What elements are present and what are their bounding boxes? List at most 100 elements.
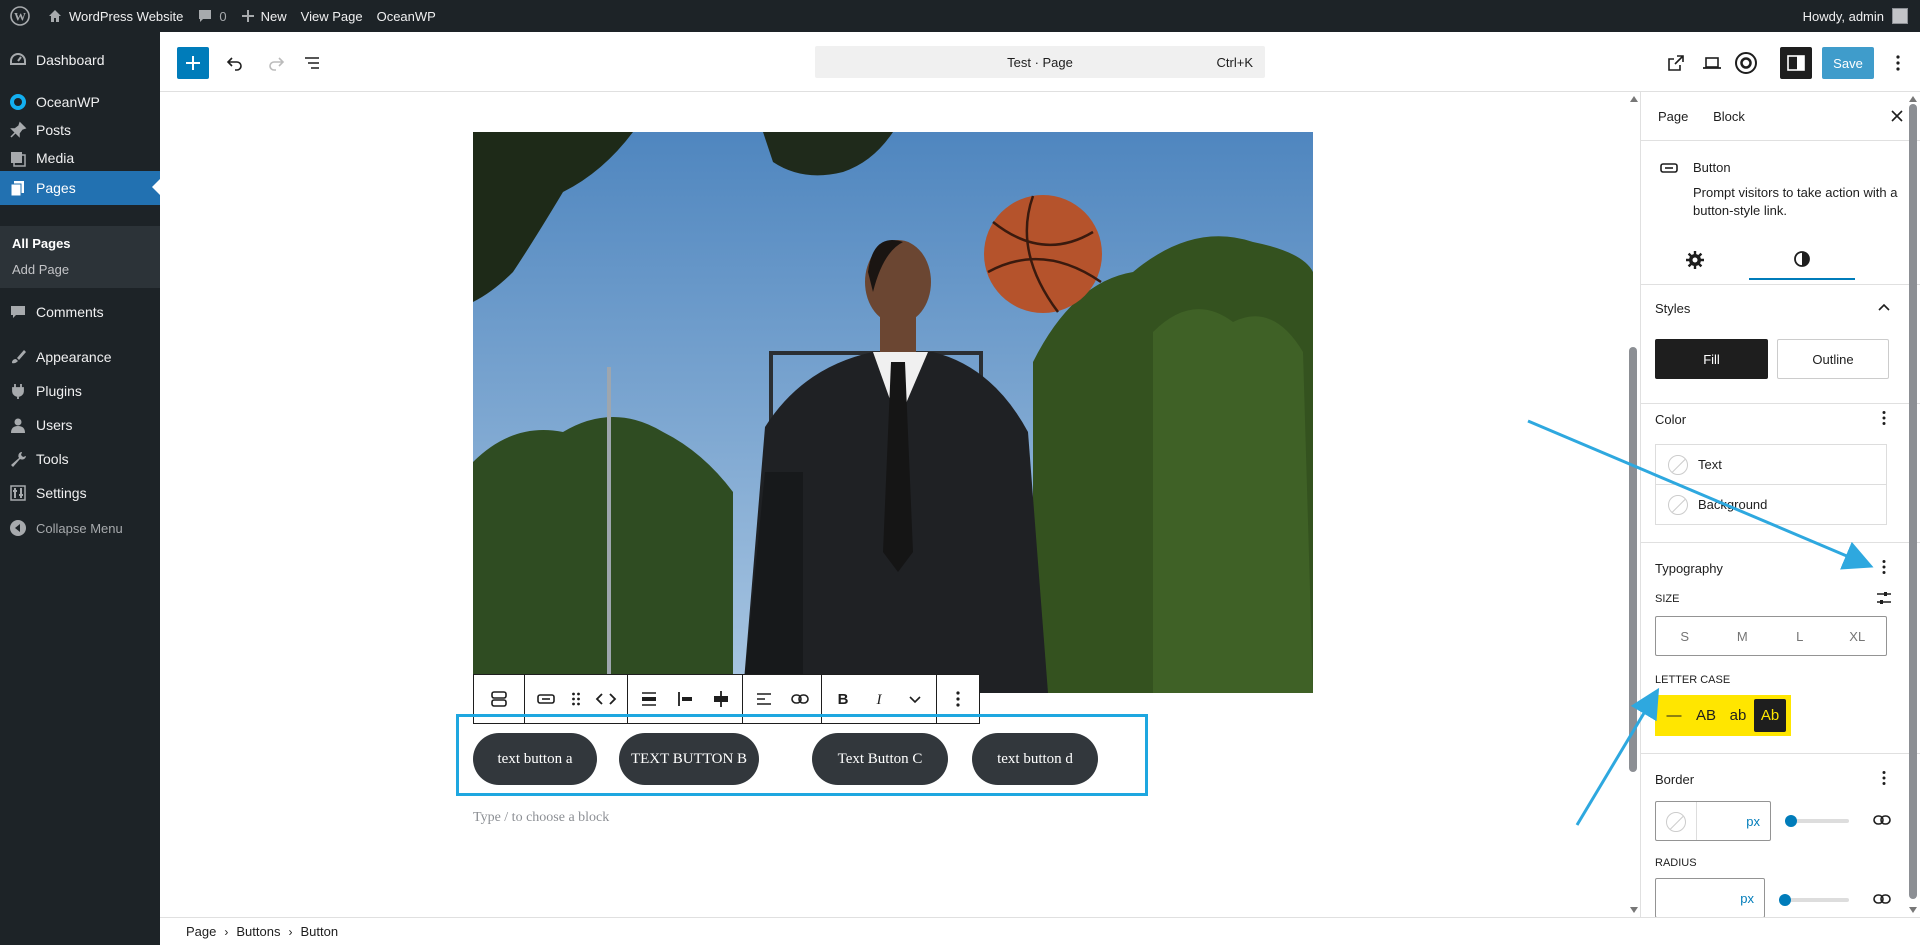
more-vertical-icon: [1882, 560, 1886, 574]
custom-size-button[interactable]: [1874, 588, 1894, 608]
block-appender-placeholder[interactable]: Type / to choose a block: [473, 810, 609, 826]
color-background-option[interactable]: Background: [1655, 484, 1887, 525]
bold-button[interactable]: B: [828, 681, 858, 717]
border-link-button[interactable]: [1872, 810, 1892, 830]
document-overview-button[interactable]: [296, 47, 328, 79]
oceanwp-link[interactable]: OceanWP: [370, 0, 443, 32]
save-button[interactable]: Save: [1822, 47, 1874, 79]
radius-link-button[interactable]: [1872, 889, 1892, 909]
border-color-swatch-icon[interactable]: [1666, 812, 1686, 832]
settings-toggle-button[interactable]: [1780, 47, 1812, 79]
editor-canvas[interactable]: B I text button a TEXT BUTTON B Text But…: [160, 92, 1640, 917]
submenu-all-pages[interactable]: All Pages: [12, 236, 71, 251]
justify-button[interactable]: [634, 681, 664, 717]
submenu-add-page[interactable]: Add Page: [12, 262, 69, 277]
site-name-link[interactable]: WordPress Website: [40, 0, 190, 32]
inspector-scrollbar[interactable]: [1905, 92, 1920, 917]
border-width-input[interactable]: px: [1655, 801, 1771, 841]
slider-thumb[interactable]: [1785, 815, 1797, 827]
color-text-option[interactable]: Text: [1655, 444, 1887, 485]
drag-handle[interactable]: [567, 681, 585, 717]
border-options-button[interactable]: [1874, 768, 1894, 788]
sidebar-item-plugins[interactable]: Plugins: [0, 375, 160, 407]
sidebar-item-tools[interactable]: Tools: [0, 443, 160, 475]
account-menu[interactable]: Howdy, admin: [1803, 8, 1920, 24]
styles-collapse-button[interactable]: [1874, 298, 1894, 318]
breadcrumb-button[interactable]: Button: [300, 924, 338, 939]
text-button-d[interactable]: text button d: [972, 733, 1098, 785]
size-xl-option[interactable]: XL: [1829, 617, 1887, 655]
command-palette-bar[interactable]: Test · Page Ctrl+K: [815, 46, 1265, 78]
oceanwp-settings-button[interactable]: [1730, 47, 1762, 79]
size-l-option[interactable]: L: [1771, 617, 1829, 655]
border-unit[interactable]: px: [1746, 814, 1760, 829]
text-button-a[interactable]: text button a: [473, 733, 597, 785]
select-parent-button[interactable]: [484, 681, 514, 717]
comments-count: 0: [219, 8, 227, 24]
size-s-option[interactable]: S: [1656, 617, 1714, 655]
canvas-scrollbar[interactable]: [1626, 92, 1640, 917]
text-align-button[interactable]: [749, 681, 779, 717]
tab-block[interactable]: Block: [1703, 92, 1755, 140]
size-m-option[interactable]: M: [1714, 617, 1772, 655]
style-fill-option[interactable]: Fill: [1655, 339, 1768, 379]
sidebar-item-dashboard[interactable]: Dashboard: [0, 44, 160, 76]
image-block[interactable]: [473, 132, 1313, 693]
text-button-b[interactable]: TEXT BUTTON B: [619, 733, 759, 785]
block-type-button[interactable]: [531, 681, 561, 717]
sidebar-item-comments[interactable]: Comments: [0, 296, 160, 328]
radius-slider[interactable]: [1779, 894, 1849, 906]
block-inserter-button[interactable]: [177, 47, 209, 79]
collapse-menu-button[interactable]: Collapse Menu: [0, 512, 160, 544]
chevron-right-icon: ›: [224, 924, 229, 939]
view-page-link[interactable]: View Page: [294, 0, 370, 32]
redo-button[interactable]: [260, 47, 292, 79]
more-format-button[interactable]: [900, 681, 930, 717]
sidebar-item-media[interactable]: Media: [0, 142, 160, 174]
tab-page[interactable]: Page: [1658, 92, 1688, 140]
typography-options-button[interactable]: [1874, 557, 1894, 577]
comments-link[interactable]: 0: [190, 0, 233, 32]
case-none-option[interactable]: —: [1658, 699, 1690, 732]
radius-input[interactable]: px: [1655, 878, 1765, 917]
wp-logo-button[interactable]: W: [0, 0, 40, 32]
slider-thumb[interactable]: [1779, 894, 1791, 906]
close-icon: [1891, 110, 1903, 122]
breadcrumb-buttons[interactable]: Buttons: [236, 924, 280, 939]
chevron-right-icon: ›: [288, 924, 293, 939]
sidebar-item-appearance[interactable]: Appearance: [0, 341, 160, 373]
preview-button[interactable]: [1696, 47, 1728, 79]
link-button[interactable]: [785, 681, 815, 717]
close-settings-button[interactable]: [1887, 106, 1907, 126]
breadcrumb-page[interactable]: Page: [186, 924, 216, 939]
align-center-button[interactable]: [706, 681, 736, 717]
styles-panel-title[interactable]: Styles: [1655, 301, 1690, 316]
sidebar-item-users[interactable]: Users: [0, 409, 160, 441]
styles-tab[interactable]: [1749, 240, 1855, 280]
settings-tab[interactable]: [1642, 240, 1748, 280]
empty-swatch-icon: [1668, 495, 1688, 515]
italic-button[interactable]: I: [864, 681, 894, 717]
sidebar-item-settings[interactable]: Settings: [0, 477, 160, 509]
gear-icon: [1686, 251, 1704, 269]
options-button[interactable]: [1886, 47, 1910, 79]
radius-unit[interactable]: px: [1740, 891, 1754, 906]
case-capitalize-option[interactable]: Ab: [1754, 699, 1786, 732]
text-button-c[interactable]: Text Button C: [812, 733, 948, 785]
new-content-link[interactable]: New: [234, 0, 294, 32]
view-page-button[interactable]: [1660, 47, 1692, 79]
contrast-icon: [1794, 251, 1810, 267]
undo-button[interactable]: [219, 47, 251, 79]
case-uppercase-option[interactable]: AB: [1690, 699, 1722, 732]
align-left-button[interactable]: [670, 681, 700, 717]
style-outline-option[interactable]: Outline: [1777, 339, 1889, 379]
border-width-slider[interactable]: [1785, 815, 1849, 827]
sidebar-item-pages[interactable]: Pages: [0, 171, 160, 205]
case-lowercase-option[interactable]: ab: [1722, 699, 1754, 732]
view-page-label: View Page: [300, 8, 363, 24]
buttons-block[interactable]: text button a TEXT BUTTON B Text Button …: [456, 714, 1148, 796]
block-options-button[interactable]: [943, 681, 973, 717]
color-options-button[interactable]: [1874, 408, 1894, 428]
dashboard-icon: [8, 50, 28, 70]
move-button[interactable]: [591, 681, 621, 717]
